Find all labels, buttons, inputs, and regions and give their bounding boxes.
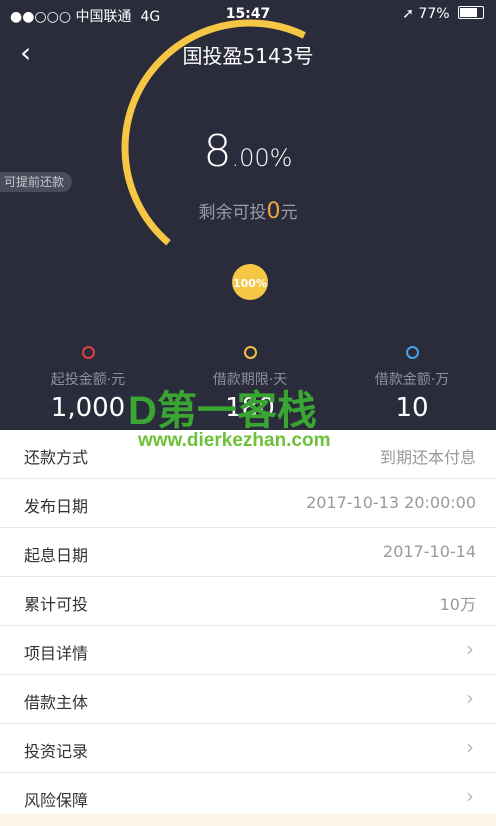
detail-list: 还款方式 到期还本付息 发布日期 2017-10-13 20:00:00 起息日期 2… [0,430,496,822]
detail-row-publish-date: 发布日期 2017-10-13 20:00:00 [0,479,496,528]
link-borrower[interactable]: 借款主体 › [0,675,496,724]
circle-icon [243,346,257,359]
progress-label: 100% [233,277,267,290]
circle-icon [405,346,419,359]
link-investment-records[interactable]: 投资记录 › [0,724,496,773]
detail-row-interest-date: 起息日期 2017-10-14 [0,528,496,577]
watermark: D第一客栈 www.dierkezhan.com [128,378,378,458]
chevron-right-icon: › [466,784,474,808]
chevron-right-icon: › [466,735,474,759]
remaining-amount: 剩余可投0元 [198,199,298,224]
link-project-details[interactable]: 项目详情 › [0,626,496,675]
watermark-url: www.dierkezhan.com [138,430,331,451]
detail-row-cumulative: 累计可投 10万 [0,577,496,626]
chevron-right-icon: › [466,637,474,661]
circle-icon [81,346,95,359]
annual-rate: 8.00% [203,126,293,177]
watermark-logo: D第一客栈 [128,389,317,433]
chevron-right-icon: › [466,686,474,710]
prepay-tag: 可提前还款 [0,172,73,192]
product-header: ●●○○○ 中国联通 4G 15:47 ➚ 77% ‹ 国投盈5143号 100… [0,0,496,430]
bottom-bar [0,814,496,826]
